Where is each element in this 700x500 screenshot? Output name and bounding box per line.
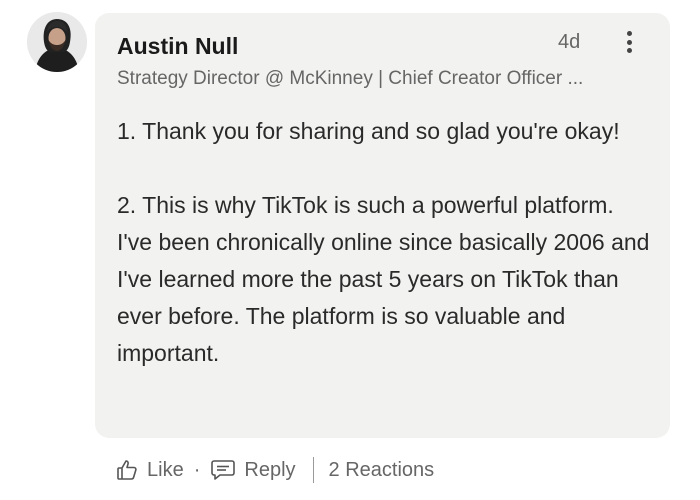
author-name[interactable]: Austin Null [117,33,238,60]
comment-item: Austin Null Strategy Director @ McKinney… [0,0,700,500]
like-button[interactable]: Like [115,458,184,482]
reply-button[interactable]: Reply [210,458,296,482]
comment-paragraph: 1. Thank you for sharing and so glad you… [117,118,620,144]
comment-timestamp: 4d [558,31,581,53]
thumbs-up-icon [117,460,137,480]
more-options-button[interactable] [619,27,639,57]
more-vertical-icon-dot [626,48,632,53]
comment-paragraph: 2. This is why TikTok is such a powerful… [117,192,650,366]
comment-bubble: Austin Null Strategy Director @ McKinney… [95,13,670,438]
author-headline: Strategy Director @ McKinney | Chief Cre… [117,68,584,89]
more-vertical-icon-dot [626,39,632,45]
reactions-count[interactable]: 2 Reactions [329,459,435,482]
avatar[interactable] [27,12,87,72]
comment-actions: Like · Reply 2 Reactions [115,452,434,488]
action-divider [312,457,314,483]
like-label: Like [147,458,184,481]
separator-dot: · [193,458,201,481]
more-vertical-icon [626,31,632,36]
avatar-image [27,12,87,72]
comment-body: 1. Thank you for sharing and so glad you… [117,113,652,372]
reply-label: Reply [244,458,296,481]
comment-icon [211,460,236,480]
